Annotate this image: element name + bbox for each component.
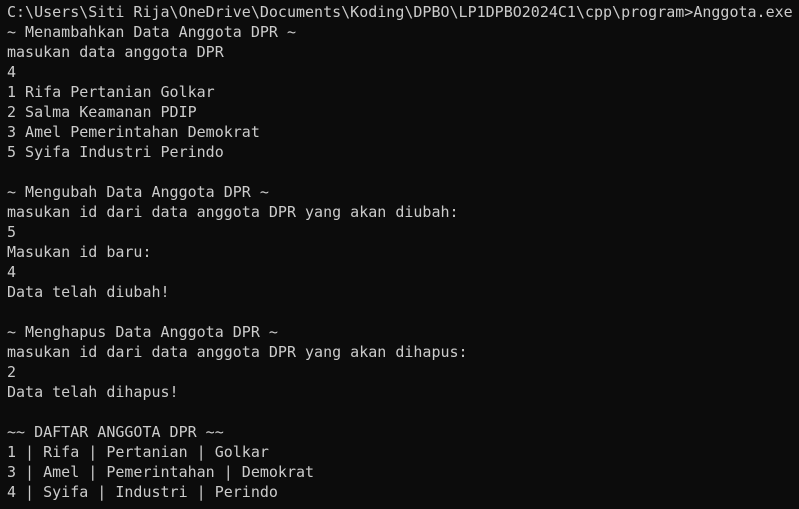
- input-line: 2 Salma Keamanan PDIP: [7, 103, 197, 121]
- input-line: 5 Syifa Industri Perindo: [7, 143, 224, 161]
- input-line: 5: [7, 223, 17, 241]
- output-line: Data telah dihapus!: [7, 383, 179, 401]
- terminal-window[interactable]: C:\Users\Siti Rija\OneDrive\Documents\Ko…: [0, 0, 799, 509]
- list-item: 4 | Syifa | Industri | Perindo: [7, 483, 278, 501]
- section-header-list: ~~ DAFTAR ANGGOTA DPR ~~: [7, 423, 224, 441]
- input-line: 1 Rifa Pertanian Golkar: [7, 83, 215, 101]
- section-header-add: ~ Menambahkan Data Anggota DPR ~: [7, 23, 296, 41]
- output-line: Masukan id baru:: [7, 243, 152, 261]
- list-item: 1 | Rifa | Pertanian | Golkar: [7, 443, 269, 461]
- output-line: masukan data anggota DPR: [7, 43, 224, 61]
- output-line: masukan id dari data anggota DPR yang ak…: [7, 343, 468, 361]
- command-prompt-line: C:\Users\Siti Rija\OneDrive\Documents\Ko…: [7, 3, 793, 21]
- output-line: Data telah diubah!: [7, 283, 170, 301]
- section-header-edit: ~ Mengubah Data Anggota DPR ~: [7, 183, 269, 201]
- input-line: 3 Amel Pemerintahan Demokrat: [7, 123, 260, 141]
- input-line: 4: [7, 63, 17, 81]
- section-header-delete: ~ Menghapus Data Anggota DPR ~: [7, 323, 278, 341]
- input-line: 4: [7, 263, 17, 281]
- input-line: 2: [7, 363, 17, 381]
- output-line: masukan id dari data anggota DPR yang ak…: [7, 203, 459, 221]
- list-item: 3 | Amel | Pemerintahan | Demokrat: [7, 463, 315, 481]
